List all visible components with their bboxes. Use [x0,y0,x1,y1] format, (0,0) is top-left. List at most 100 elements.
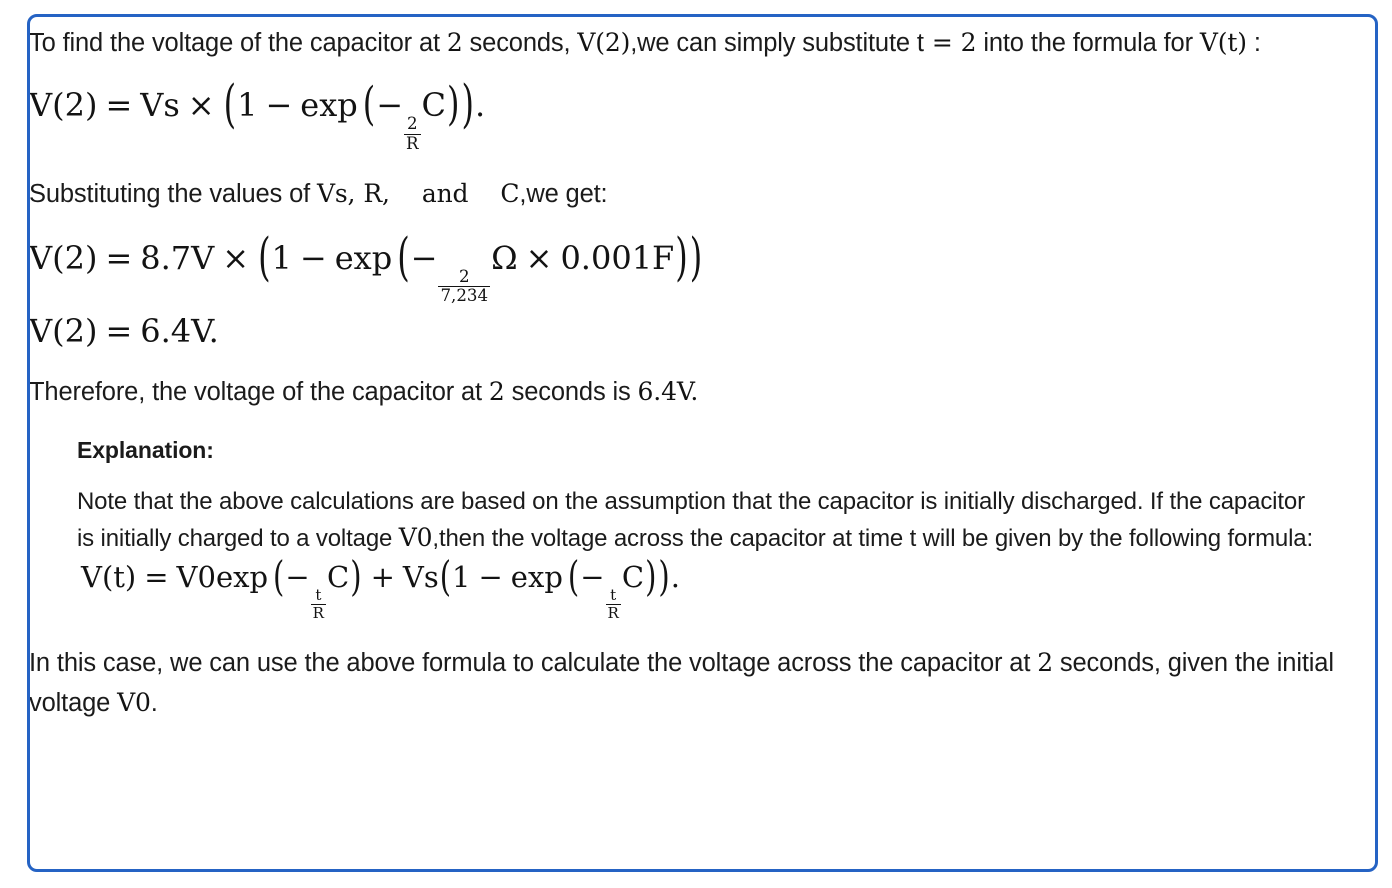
eq1-one: 1 [237,86,258,124]
explanation-heading: Explanation: [77,437,214,464]
eq4-open-paren-1: ( [273,552,285,601]
eq4-lhs: V(t) [81,560,137,595]
eq3-equals: = [105,311,133,350]
eq1-close-paren: ) [461,72,474,135]
intro-math-equals: = [931,28,953,57]
eq4-open-paren-2: ( [439,552,452,601]
equation-1: V(2) = Vs × (1− exp (− 2 R C)). [29,63,1369,153]
eq2-vs-value: 8.7V [140,238,215,277]
equation-4: V(t) = V0exp (− t R C) + Vs(1− exp (− t R C)). [81,555,1369,622]
eq4-period: . [670,560,680,595]
eq1-fraction: 2R [404,116,421,152]
intro-text-5: : [1246,29,1261,57]
sub-math-vs: Vs, [316,178,356,208]
eq4-fraction-2: tR [605,585,621,622]
eq2-equals: = [105,238,133,277]
eq2-frac-numerator: 2 [459,266,470,286]
explanation-block: Explanation: Note that the above calcula… [30,435,1369,622]
eq4-fraction-1: tR [310,585,327,622]
eq4-frac1-numerator: t [315,585,322,604]
final-math-v0: V0 [117,687,151,717]
intro-text-2: seconds, [462,29,578,57]
equation-3: V(2) = 6.4V. [29,305,1369,350]
eq2-frac-denominator: 7,234 [438,286,491,306]
eq1-equals: = [105,86,133,124]
eq4-c-1: C [327,560,350,595]
final-paragraph: In this case, we can use the above formu… [29,621,1369,723]
eq2-neg: − [410,238,438,277]
eq4-frac2-numerator: t [610,585,617,604]
substituting-paragraph: Substituting the values of Vs, R, and C,we … [29,153,1369,214]
eq2-exp: exp [334,238,393,277]
eq2-minus: − [299,238,327,277]
eq2-inner-close-paren: ) [675,225,688,288]
eq2-inner-open-paren: ( [397,225,410,288]
eq1-lhs: V(2) [29,86,98,124]
eq4-minus: − [478,560,503,595]
eq1-period: . [475,86,486,124]
explanation-formula: V(t) = V0exp (− t R C) + Vs(1− exp (− t R C)). [77,555,1369,622]
eq2-close-paren: ) [689,225,703,288]
final-period: . [150,688,158,717]
eq1-c: C [421,86,447,124]
eq1-inner-close-paren: ) [447,77,460,132]
eq2-lhs: V(2) [29,238,98,277]
eq4-frac2-denominator: R [605,603,621,622]
eq3-result: 6.4V [140,311,209,350]
eq2-ohm: Ω [491,238,518,277]
sub-math-c: C [500,178,520,208]
eq4-neg-2: − [580,560,605,595]
therefore-math-result: 6.4V [637,377,691,407]
eq1-inner-open-paren: ( [362,77,376,132]
intro-math-t: t [916,29,924,57]
eq2-fraction: 2 7,234 [438,266,491,306]
eq2-one: 1 [271,238,292,277]
eq4-close-paren-1: ) [350,552,362,601]
intro-paragraph: To find the voltage of the capacitor at … [29,17,1369,63]
intro-math-two-b: 2 [960,28,977,57]
eq2-times: × [222,238,250,277]
sub-math-r: R, [363,178,390,208]
final-math-two: 2 [1037,647,1053,677]
eq1-times: × [187,86,215,124]
intro-math-two: 2 [446,28,463,57]
intro-math-v2: V(2) [577,28,631,57]
eq4-equals: = [144,560,169,595]
eq4-plus: + [370,560,395,595]
eq1-neg: − [376,86,404,124]
sub-text-2: ,we get: [519,179,608,208]
therefore-text-2: seconds is [504,378,638,407]
explanation-body: Note that the above calculations are bas… [77,484,1322,557]
sub-math-and: and [421,178,469,208]
intro-text-1: To find the voltage of the capacitor at [29,29,447,57]
explanation-math-v0: V0 [398,523,433,553]
therefore-math-two: 2 [488,377,505,407]
eq1-minus: − [265,86,293,124]
final-text-1: In this case, we can use the above formu… [29,648,1038,677]
eq4-frac1-denominator: R [310,603,327,622]
eq2-cap-value: 0.001F [560,238,675,277]
eq4-exp: exp [510,560,563,595]
answer-card: To find the voltage of the capacitor at … [27,14,1378,872]
eq4-close-paren-2: ) [658,552,670,601]
eq1-frac-numerator: 2 [406,114,418,134]
eq4-vs: Vs [402,560,439,595]
eq4-one: 1 [452,560,471,595]
eq4-neg: − [285,560,310,595]
eq3-lhs: V(2) [29,311,98,350]
intro-text-4: into the formula for [976,29,1200,57]
eq1-frac-denominator: R [404,134,421,154]
eq2-times-2: × [525,238,553,277]
equation-2: V(2) = 8.7V × (1− exp (− 2 7,234 Ω × 0.001F)) [29,214,1369,306]
eq1-vs: Vs [140,86,180,124]
eq1-exp: exp [300,86,358,124]
sub-text-1: Substituting the values of [29,179,317,208]
answer-card-content: To find the voltage of the capacitor at … [29,17,1375,723]
eq3-period: . [208,311,219,350]
eq4-open-paren-3: ( [567,552,580,601]
therefore-text-1: Therefore, the voltage of the capacitor … [29,378,489,407]
explanation-text-2: ,then the voltage across the capacitor a… [432,525,1314,553]
therefore-paragraph: Therefore, the voltage of the capacitor … [29,348,1369,412]
therefore-period: . [690,377,699,407]
intro-text-3: ,we can simply substitute [630,29,917,57]
